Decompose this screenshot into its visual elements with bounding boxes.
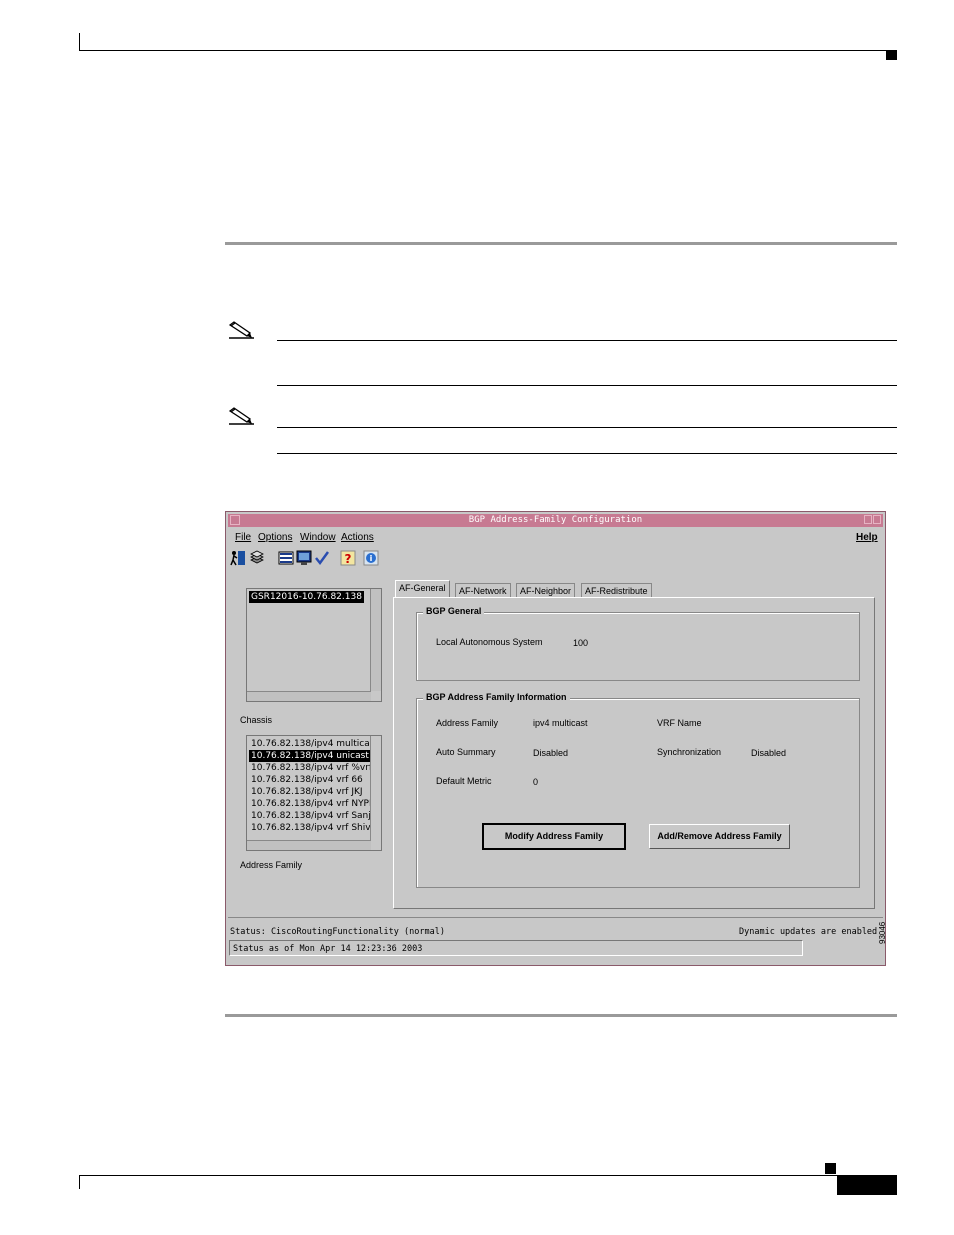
window-titlebar[interactable]: BGP Address-Family Configuration: [228, 514, 883, 527]
dynamic-updates-text: Dynamic updates are enabled: [739, 927, 878, 937]
tab-af-redistribute[interactable]: AF-Redistribute: [581, 583, 652, 597]
help-icon[interactable]: ?: [340, 550, 356, 566]
chassis-vscroll[interactable]: [370, 589, 381, 691]
bgp-general-title: BGP General: [423, 606, 485, 616]
svg-text:i: i: [370, 554, 373, 563]
maximize-icon[interactable]: [873, 515, 881, 524]
list-item[interactable]: 10.76.82.138/ipv4 vrf Shiva-: [249, 822, 381, 834]
bgp-af-config-window: BGP Address-Family Configuration File Op…: [225, 511, 886, 966]
monitor-icon[interactable]: [296, 550, 312, 566]
layers-icon[interactable]: [249, 550, 265, 566]
status-time: Status as of Mon Apr 14 12:23:36 2003: [233, 944, 423, 954]
menu-bar: File Options Window Actions Help: [230, 530, 881, 546]
status-text: Status: CiscoRoutingFunctionality (norma…: [230, 927, 445, 937]
menu-options[interactable]: Options: [258, 532, 292, 543]
default-metric-value: 0: [533, 777, 539, 787]
section-rule-top: [225, 242, 897, 245]
las-value: 100: [573, 638, 589, 648]
add-remove-address-family-button[interactable]: Add/Remove Address Family: [649, 824, 790, 849]
auto-summary-value: Disabled: [533, 748, 569, 758]
af-info-title: BGP Address Family Information: [423, 692, 570, 702]
note-rule-2: [277, 385, 897, 386]
tab-af-network[interactable]: AF-Network: [455, 583, 511, 597]
auto-summary-label: Auto Summary: [436, 747, 496, 757]
window-menu-icon[interactable]: [230, 515, 240, 525]
svg-text:?: ?: [345, 552, 352, 566]
window-title: BGP Address-Family Configuration: [468, 515, 643, 525]
af-general-panel: BGP General Local Autonomous System 100 …: [393, 597, 875, 909]
sync-value: Disabled: [751, 748, 787, 758]
note-pencil-icon: [228, 321, 254, 339]
footer-page-tab: [837, 1175, 897, 1195]
note-rule-1: [277, 340, 897, 341]
list-icon[interactable]: [278, 550, 294, 566]
list-item[interactable]: 10.76.82.138/ipv4 unicast: [249, 750, 371, 762]
address-family-label: Address Family: [240, 860, 303, 870]
list-item[interactable]: 10.76.82.138/ipv4 multicast: [249, 738, 380, 750]
header-marker: [886, 50, 897, 60]
note-rule-3: [277, 427, 897, 428]
note-rule-4: [277, 453, 897, 454]
sync-label: Synchronization: [657, 747, 722, 757]
vrf-label: VRF Name: [657, 718, 702, 728]
af-vscroll[interactable]: [370, 736, 381, 840]
list-item[interactable]: 10.76.82.138/ipv4 vrf %vrf-1: [249, 762, 383, 774]
af-value: ipv4 multicast: [533, 718, 588, 728]
default-metric-label: Default Metric: [436, 776, 492, 786]
header-left-tick: [79, 33, 80, 51]
list-item[interactable]: 10.76.82.138/ipv4 vrf NYPD: [249, 798, 378, 810]
af-label: Address Family: [436, 718, 499, 728]
chassis-list[interactable]: GSR12016-10.76.82.138: [246, 588, 382, 702]
tab-af-general[interactable]: AF-General: [395, 580, 450, 597]
footer-marker-small: [825, 1163, 836, 1174]
af-hscroll[interactable]: [247, 840, 371, 850]
menu-help[interactable]: Help: [856, 532, 878, 543]
minimize-icon[interactable]: [864, 515, 872, 524]
header-rule: [79, 50, 897, 51]
list-item[interactable]: 10.76.82.138/ipv4 vrf JKJ: [249, 786, 365, 798]
tab-af-neighbor[interactable]: AF-Neighbor: [516, 583, 576, 597]
address-family-list[interactable]: 10.76.82.138/ipv4 multicast 10.76.82.138…: [246, 735, 382, 851]
las-label: Local Autonomous System: [436, 637, 543, 647]
menu-actions[interactable]: Actions: [341, 532, 374, 543]
chassis-hscroll[interactable]: [247, 691, 371, 701]
menu-file[interactable]: File: [235, 532, 251, 543]
exit-icon[interactable]: [230, 550, 246, 566]
window-controls: [863, 515, 881, 525]
footer-rule: [79, 1175, 897, 1176]
menu-window[interactable]: Window: [300, 532, 336, 543]
info-icon[interactable]: i: [363, 550, 379, 566]
section-rule-bottom: [225, 1014, 897, 1017]
chassis-label: Chassis: [240, 715, 273, 725]
list-item[interactable]: GSR12016-10.76.82.138: [249, 591, 364, 603]
status-time-field: Status as of Mon Apr 14 12:23:36 2003: [229, 940, 803, 956]
check-icon[interactable]: [314, 550, 330, 566]
status-separator: [228, 917, 883, 918]
list-item[interactable]: 10.76.82.138/ipv4 vrf 66: [249, 774, 365, 786]
list-item[interactable]: 10.76.82.138/ipv4 vrf Sanju-: [249, 810, 382, 822]
note-pencil-icon: [228, 407, 254, 425]
footer-left-tick: [79, 1175, 80, 1189]
modify-address-family-button[interactable]: Modify Address Family: [482, 823, 626, 850]
figure-id: 93046: [878, 921, 887, 944]
